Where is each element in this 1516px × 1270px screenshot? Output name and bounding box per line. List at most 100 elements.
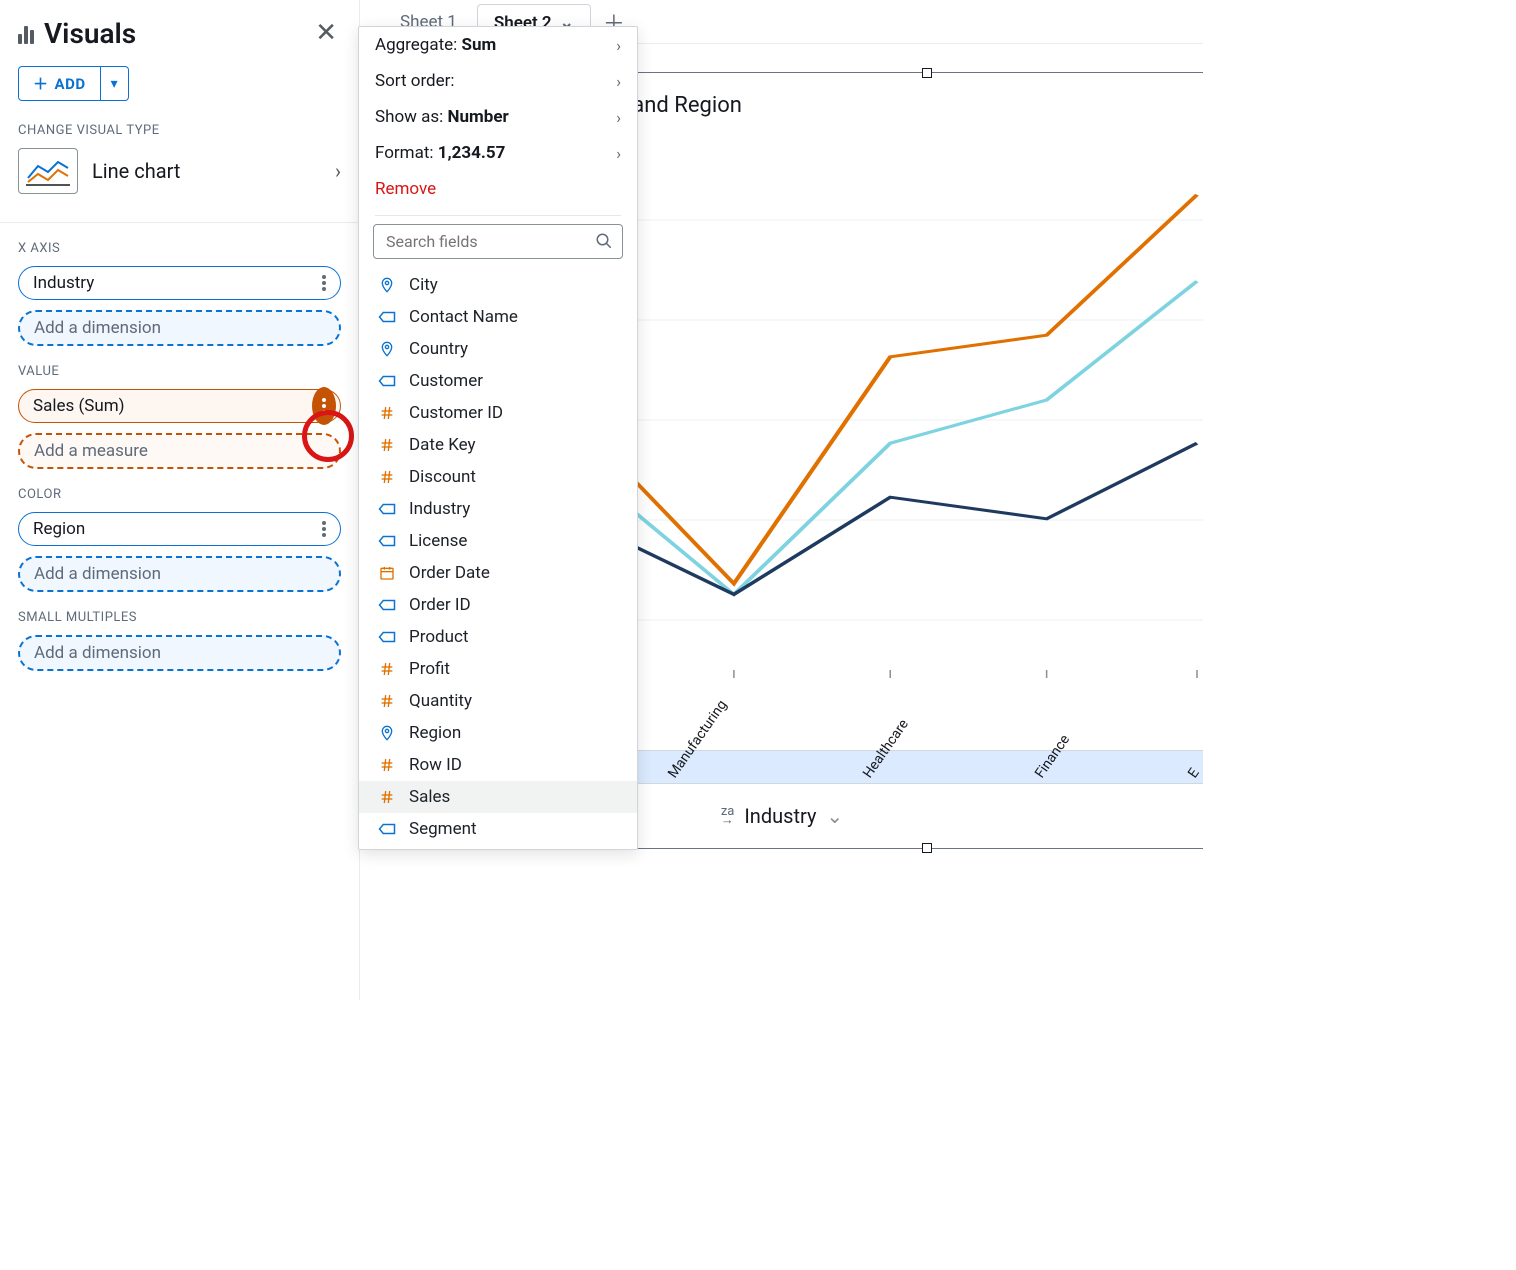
pin-icon	[377, 724, 397, 742]
more-dots-icon[interactable]	[322, 275, 326, 291]
sort-order-option[interactable]: Sort order: ›	[359, 63, 637, 99]
field-region[interactable]: Region	[359, 717, 637, 749]
hash-icon	[377, 469, 397, 485]
resize-handle-bottom[interactable]	[922, 843, 932, 853]
chevron-right-icon: ›	[335, 159, 341, 183]
field-label: Sales	[409, 787, 450, 807]
x-axis-name: Industry	[744, 804, 816, 828]
field-row-id[interactable]: Row ID	[359, 749, 637, 781]
plus-icon: ＋	[33, 73, 49, 94]
field-label: License	[409, 531, 467, 551]
chevron-right-icon: ›	[616, 108, 621, 127]
field-discount[interactable]: Discount	[359, 461, 637, 493]
visuals-panel: Visuals ✕ ＋ADD ▾ CHANGE VISUAL TYPE Line…	[0, 0, 360, 1000]
field-date-key[interactable]: Date Key	[359, 429, 637, 461]
field-order-date[interactable]: Order Date	[359, 557, 637, 589]
tag-icon	[377, 534, 397, 548]
field-label: Discount	[409, 467, 476, 487]
close-icon[interactable]: ✕	[311, 14, 341, 52]
visuals-icon	[18, 22, 34, 44]
field-label: Country	[409, 339, 468, 359]
field-customer[interactable]: Customer	[359, 365, 637, 397]
xaxis-label: X AXIS	[18, 241, 341, 256]
field-label: Date Key	[409, 435, 476, 455]
field-options-popover: Aggregate: Sum › Sort order: › Show as: …	[358, 26, 638, 850]
field-contact-name[interactable]: Contact Name	[359, 301, 637, 333]
value-field-pill[interactable]: Sales (Sum)	[18, 389, 341, 423]
tag-icon	[377, 310, 397, 324]
color-label: COLOR	[18, 487, 341, 502]
visual-type-selector[interactable]: Line chart ›	[18, 148, 341, 212]
format-option[interactable]: Format: 1,234.57 ›	[359, 135, 637, 171]
hash-icon	[377, 405, 397, 421]
resize-handle-top[interactable]	[922, 68, 932, 78]
field-city[interactable]: City	[359, 269, 637, 301]
hash-icon	[377, 789, 397, 805]
field-order-id[interactable]: Order ID	[359, 589, 637, 621]
add-button[interactable]: ＋ADD	[18, 66, 101, 101]
field-industry[interactable]: Industry	[359, 493, 637, 525]
tag-icon	[377, 374, 397, 388]
field-label: Contact Name	[409, 307, 518, 327]
field-label: Order Date	[409, 563, 490, 583]
hash-icon	[377, 693, 397, 709]
field-label: Segment	[409, 819, 477, 839]
field-product[interactable]: Product	[359, 621, 637, 653]
field-license[interactable]: License	[359, 525, 637, 557]
small-multiples-label: SMALL MULTIPLES	[18, 610, 341, 625]
pin-icon	[377, 340, 397, 358]
line-chart-thumb-icon	[18, 148, 78, 194]
field-label: Profit	[409, 659, 450, 679]
aggregate-option[interactable]: Aggregate: Sum ›	[359, 27, 637, 63]
pill-text: Sales (Sum)	[33, 396, 125, 416]
panel-title: Visuals	[44, 17, 136, 50]
more-dots-icon[interactable]	[322, 521, 326, 537]
field-label: Order ID	[409, 595, 471, 615]
add-dropdown-toggle[interactable]: ▾	[101, 66, 129, 101]
color-add-dimension[interactable]: Add a dimension	[18, 556, 341, 592]
xaxis-add-dimension[interactable]: Add a dimension	[18, 310, 341, 346]
tag-icon	[377, 822, 397, 836]
value-label: VALUE	[18, 364, 341, 379]
field-label: Product	[409, 627, 468, 647]
pill-text: Industry	[33, 273, 94, 293]
sort-za-icon[interactable]: za→	[721, 807, 735, 825]
pin-icon	[377, 276, 397, 294]
chevron-right-icon: ›	[616, 72, 621, 91]
field-quantity[interactable]: Quantity	[359, 685, 637, 717]
field-label: City	[409, 275, 438, 295]
hash-icon	[377, 661, 397, 677]
tag-icon	[377, 598, 397, 612]
search-icon	[595, 232, 613, 254]
chevron-right-icon: ›	[616, 36, 621, 55]
field-profit[interactable]: Profit	[359, 653, 637, 685]
field-label: Region	[409, 723, 461, 743]
hash-icon	[377, 757, 397, 773]
more-dots-icon[interactable]	[322, 398, 326, 414]
tag-icon	[377, 630, 397, 644]
color-field-pill[interactable]: Region	[18, 512, 341, 546]
tag-icon	[377, 502, 397, 516]
search-input[interactable]	[373, 224, 623, 259]
chevron-right-icon: ›	[616, 144, 621, 163]
small-add-dimension[interactable]: Add a dimension	[18, 635, 341, 671]
field-country[interactable]: Country	[359, 333, 637, 365]
field-segment[interactable]: Segment	[359, 813, 637, 845]
change-visual-type-label: CHANGE VISUAL TYPE	[18, 123, 341, 138]
value-add-measure[interactable]: Add a measure	[18, 433, 341, 469]
show-as-option[interactable]: Show as: Number ›	[359, 99, 637, 135]
hash-icon	[377, 437, 397, 453]
visual-type-name: Line chart	[92, 159, 321, 183]
field-customer-id[interactable]: Customer ID	[359, 397, 637, 429]
remove-option[interactable]: Remove	[359, 171, 637, 207]
field-label: Industry	[409, 499, 470, 519]
field-label: Customer	[409, 371, 483, 391]
field-label: Row ID	[409, 755, 462, 775]
field-search	[373, 224, 623, 259]
field-sales[interactable]: Sales	[359, 781, 637, 813]
cal-icon	[377, 565, 397, 581]
field-label: Customer ID	[409, 403, 503, 423]
chevron-down-icon[interactable]: ⌄	[826, 804, 843, 828]
xaxis-field-pill[interactable]: Industry	[18, 266, 341, 300]
pill-text: Region	[33, 519, 85, 539]
